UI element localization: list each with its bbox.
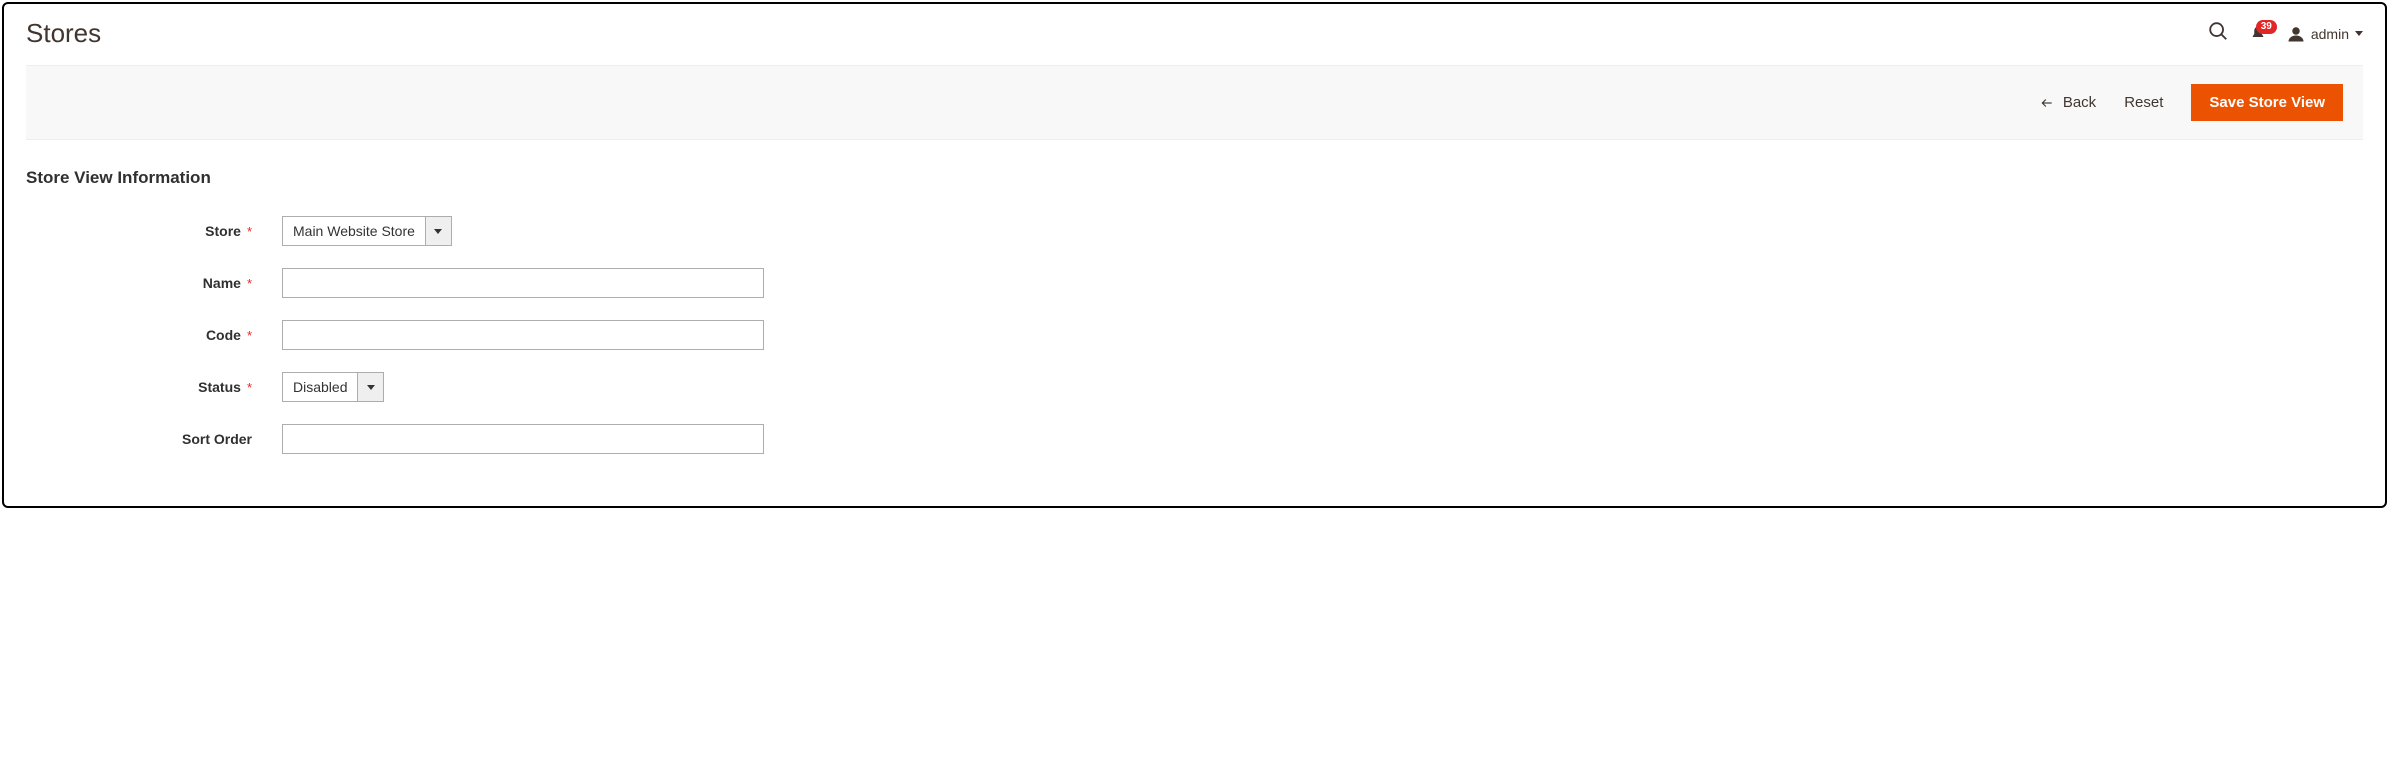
arrow-left-icon bbox=[2039, 96, 2055, 110]
account-menu[interactable]: admin bbox=[2287, 25, 2363, 43]
status-select-toggle[interactable] bbox=[358, 372, 384, 402]
back-button[interactable]: Back bbox=[2039, 94, 2096, 111]
notifications-button[interactable]: 39 bbox=[2249, 24, 2267, 44]
chevron-down-icon bbox=[2355, 31, 2363, 36]
notification-badge: 39 bbox=[2256, 20, 2277, 34]
content-area: Store View Information Store Main Websit… bbox=[4, 140, 2385, 506]
reset-label: Reset bbox=[2124, 94, 2163, 111]
section-title: Store View Information bbox=[26, 168, 2363, 188]
chevron-down-icon bbox=[367, 385, 375, 390]
store-select[interactable]: Main Website Store bbox=[282, 216, 452, 246]
action-bar: Back Reset Save Store View bbox=[26, 65, 2363, 140]
form-row-store: Store Main Website Store bbox=[26, 216, 2363, 246]
store-select-value: Main Website Store bbox=[282, 216, 426, 246]
form-row-name: Name bbox=[26, 268, 2363, 298]
status-label: Status bbox=[26, 379, 282, 395]
back-label: Back bbox=[2063, 94, 2096, 111]
status-select[interactable]: Disabled bbox=[282, 372, 384, 402]
user-icon bbox=[2287, 25, 2305, 43]
sort-order-input[interactable] bbox=[282, 424, 764, 454]
form-row-status: Status Disabled bbox=[26, 372, 2363, 402]
page-header: Stores 39 admin bbox=[4, 4, 2385, 57]
code-label: Code bbox=[26, 327, 282, 343]
save-store-view-button[interactable]: Save Store View bbox=[2191, 84, 2343, 121]
search-icon[interactable] bbox=[2207, 20, 2229, 47]
chevron-down-icon bbox=[434, 229, 442, 234]
account-name: admin bbox=[2311, 26, 2349, 42]
page-title: Stores bbox=[26, 18, 101, 49]
form-row-code: Code bbox=[26, 320, 2363, 350]
store-select-toggle[interactable] bbox=[426, 216, 452, 246]
reset-button[interactable]: Reset bbox=[2124, 94, 2163, 111]
name-input[interactable] bbox=[282, 268, 764, 298]
form-row-sort-order: Sort Order bbox=[26, 424, 2363, 454]
name-label: Name bbox=[26, 275, 282, 291]
sort-order-label: Sort Order bbox=[26, 431, 282, 447]
status-select-value: Disabled bbox=[282, 372, 358, 402]
header-actions: 39 admin bbox=[2207, 20, 2363, 47]
store-label: Store bbox=[26, 223, 282, 239]
code-input[interactable] bbox=[282, 320, 764, 350]
save-label: Save Store View bbox=[2209, 94, 2325, 111]
